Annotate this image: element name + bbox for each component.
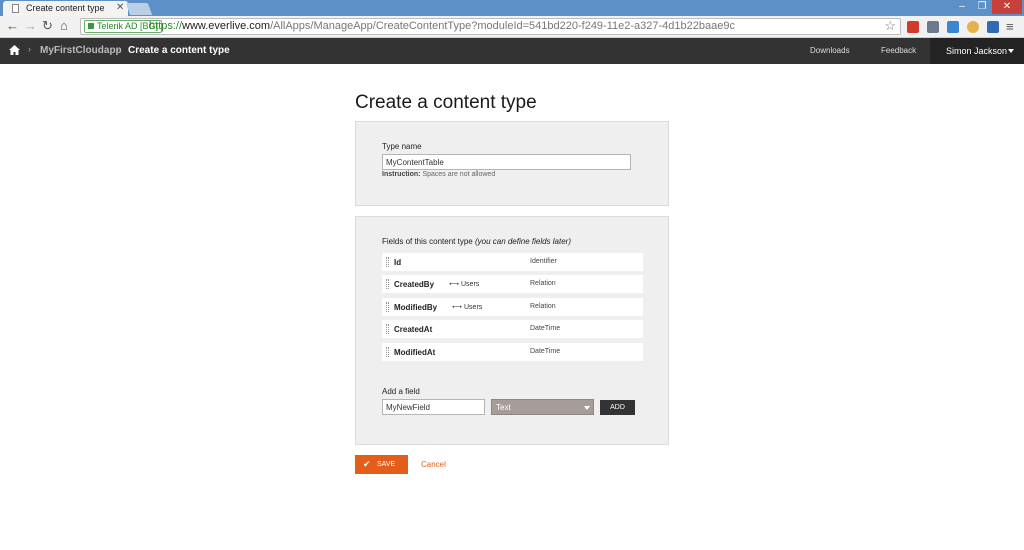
instruction-label: Instruction: bbox=[382, 171, 421, 178]
relation-target: ⟷ Users bbox=[449, 280, 479, 288]
breadcrumb-current: Create a content type bbox=[128, 45, 230, 56]
field-name: ModifiedBy bbox=[394, 303, 438, 312]
field-row[interactable]: ModifiedAt DateTime bbox=[382, 343, 643, 361]
field-type: Identifier bbox=[530, 258, 557, 265]
page-title: Create a content type bbox=[355, 92, 537, 113]
chevron-down-icon bbox=[584, 406, 590, 410]
field-type: DateTime bbox=[530, 325, 561, 332]
user-menu[interactable]: Simon Jackson bbox=[930, 38, 1024, 64]
forward-icon[interactable]: → bbox=[24, 19, 37, 33]
save-button-label: SAVE bbox=[377, 461, 396, 468]
instruction-body: Spaces are not allowed bbox=[422, 171, 496, 178]
back-icon[interactable]: ← bbox=[6, 19, 19, 33]
breadcrumb-separator-icon: › bbox=[28, 44, 31, 54]
field-type-select[interactable]: Text bbox=[491, 399, 594, 415]
fields-heading-note: (you can define fields later) bbox=[474, 237, 572, 246]
downloads-link[interactable]: Downloads bbox=[810, 46, 850, 55]
relation-target-name: Users bbox=[464, 304, 483, 311]
breadcrumb-separator-icon: › bbox=[116, 44, 119, 54]
close-window-icon[interactable]: ✕ bbox=[992, 0, 1022, 14]
feedback-link[interactable]: Feedback bbox=[881, 46, 916, 55]
extension-screen-icon[interactable] bbox=[927, 21, 939, 33]
url-scheme: https:// bbox=[149, 20, 183, 32]
field-name: Id bbox=[394, 258, 402, 267]
chevron-down-icon bbox=[1008, 49, 1014, 53]
minimize-icon[interactable]: – bbox=[952, 0, 972, 14]
breadcrumb-app-link[interactable]: MyFirstCloudapp bbox=[40, 45, 122, 56]
field-type: Relation bbox=[530, 303, 556, 310]
relation-arrow-icon: ⟷ bbox=[449, 281, 460, 288]
type-name-label: Type name bbox=[382, 142, 422, 151]
address-bar[interactable]: Telerik AD [BG] https://www.everlive.com… bbox=[80, 18, 901, 35]
field-name: ModifiedAt bbox=[394, 348, 436, 357]
fields-panel: Fields of this content type (you can def… bbox=[355, 216, 669, 445]
field-row[interactable]: Id Identifier bbox=[382, 253, 643, 271]
drag-handle-icon[interactable] bbox=[386, 347, 389, 357]
user-name: Simon Jackson bbox=[946, 46, 1008, 56]
browser-menu-icon[interactable]: ≡ bbox=[1006, 19, 1014, 34]
translate-icon[interactable] bbox=[947, 21, 959, 33]
field-row[interactable]: ModifiedBy ⟷ Users Relation bbox=[382, 298, 643, 316]
relation-target: ⟷ Users bbox=[452, 303, 482, 311]
home-icon[interactable] bbox=[9, 45, 20, 55]
home-browser-icon[interactable]: ⌂ bbox=[60, 19, 68, 33]
reload-icon[interactable]: ↻ bbox=[42, 19, 53, 33]
new-field-input[interactable] bbox=[382, 399, 485, 415]
instruction-text: Instruction: Spaces are not allowed bbox=[382, 171, 495, 178]
page-icon bbox=[12, 4, 19, 13]
tab-title: Create content type bbox=[26, 3, 105, 13]
tab-close-icon[interactable]: ✕ bbox=[116, 2, 124, 13]
drag-handle-icon[interactable] bbox=[386, 302, 389, 312]
checkmark-icon: ✔ bbox=[363, 459, 371, 469]
drag-handle-icon[interactable] bbox=[386, 279, 389, 289]
extension-red-icon[interactable] bbox=[907, 21, 919, 33]
field-name: CreatedBy bbox=[394, 280, 435, 289]
type-name-panel: Type name Instruction: Spaces are not al… bbox=[355, 121, 669, 206]
field-row[interactable]: CreatedBy ⟷ Users Relation bbox=[382, 275, 643, 293]
relation-arrow-icon: ⟷ bbox=[452, 304, 463, 311]
url-text: https://www.everlive.com/AllApps/ManageA… bbox=[149, 19, 735, 34]
extension-face-icon[interactable] bbox=[967, 21, 979, 33]
field-type-select-value: Text bbox=[496, 403, 511, 412]
add-field-label: Add a field bbox=[382, 387, 420, 396]
add-field-button[interactable]: ADD bbox=[600, 400, 635, 415]
field-row[interactable]: CreatedAt DateTime bbox=[382, 320, 643, 338]
relation-target-name: Users bbox=[461, 281, 480, 288]
url-host: www.everlive.com bbox=[182, 20, 271, 32]
browser-toolbar: ← → ↻ ⌂ Telerik AD [BG] https://www.ever… bbox=[0, 16, 1024, 38]
bookmark-star-icon[interactable]: ☆ bbox=[884, 18, 896, 33]
field-type: Relation bbox=[530, 280, 556, 287]
restore-icon[interactable]: ❐ bbox=[972, 0, 992, 14]
field-type: DateTime bbox=[530, 348, 561, 355]
app-navbar: › MyFirstCloudapp › Create a content typ… bbox=[0, 38, 1024, 64]
fields-heading-text: Fields of this content type bbox=[382, 237, 473, 246]
url-path: /AllApps/ManageApp/CreateContentType?mod… bbox=[270, 20, 735, 32]
new-tab-button[interactable] bbox=[125, 3, 153, 15]
field-name: CreatedAt bbox=[394, 325, 433, 334]
window-controls: – ❐ ✕ bbox=[952, 0, 1022, 14]
drag-handle-icon[interactable] bbox=[386, 257, 389, 267]
drag-handle-icon[interactable] bbox=[386, 324, 389, 334]
cancel-link[interactable]: Cancel bbox=[421, 460, 446, 469]
browser-tabstrip: Create content type ✕ – ❐ ✕ bbox=[0, 0, 1024, 16]
extension-xdk-icon[interactable] bbox=[987, 21, 999, 33]
save-button[interactable]: ✔ SAVE bbox=[355, 455, 408, 474]
fields-heading: Fields of this content type (you can def… bbox=[382, 237, 571, 246]
browser-tab[interactable]: Create content type ✕ bbox=[3, 1, 128, 16]
lock-icon bbox=[88, 23, 94, 29]
type-name-input[interactable] bbox=[382, 154, 631, 170]
